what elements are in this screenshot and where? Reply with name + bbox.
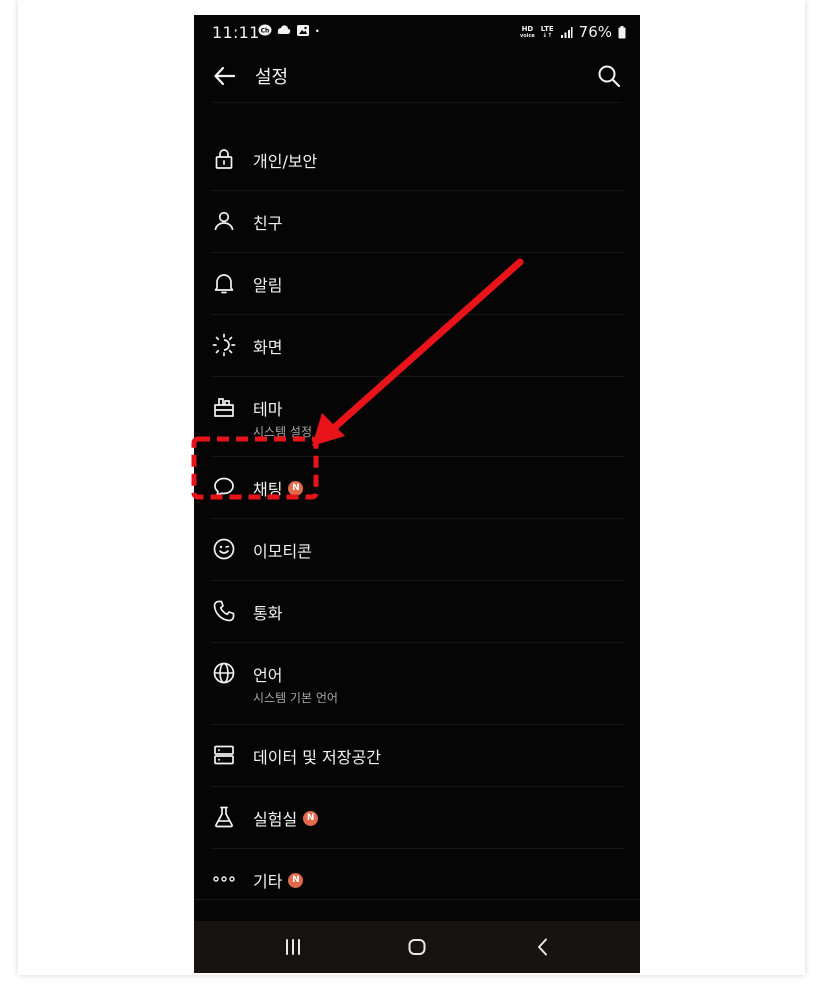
status-bar: 11:11 Ch HD voice LTE ↓↑ 76%	[194, 15, 640, 49]
menu-item-label: 데이터 및 저장공간	[253, 748, 381, 767]
menu-item-labs[interactable]: 실험실 N	[210, 787, 624, 849]
page-title: 설정	[255, 67, 289, 88]
back-arrow-icon[interactable]	[212, 63, 238, 89]
notification-icons: Ch	[258, 24, 323, 37]
voice-label: voice	[520, 32, 535, 39]
menu-item-sublabel: 시스템 설정 모드	[253, 425, 338, 439]
menu-item-label: 기타 N	[253, 868, 304, 892]
status-time: 11:11	[212, 23, 260, 42]
globe-icon	[213, 662, 235, 684]
system-nav-bar	[194, 921, 640, 973]
menu-item-label: 화면	[253, 338, 283, 357]
menu-item-theme[interactable]: 테마 시스템 설정 모드	[210, 377, 624, 457]
phone-icon	[213, 600, 235, 622]
svg-text:Ch: Ch	[261, 28, 270, 35]
back-nav-icon[interactable]	[531, 935, 555, 959]
header-divider	[212, 102, 622, 103]
menu-item-text: 기타	[253, 872, 283, 891]
menu-item-emoticons[interactable]: 이모티콘	[210, 519, 624, 581]
hd-voice-indicator: HD voice	[520, 24, 535, 39]
menu-item-language[interactable]: 언어 시스템 기본 언어	[210, 643, 624, 725]
status-right: HD voice LTE ↓↑ 76%	[520, 23, 626, 41]
new-badge: N	[288, 480, 304, 496]
settings-menu: 개인/보안 친구 알림 화면 테마 시스템 설정 모드 채팅 N 이모티콘 통화…	[194, 129, 640, 910]
menu-item-etc[interactable]: 기타 N	[210, 849, 624, 910]
more-dots-icon	[213, 876, 235, 882]
menu-item-text: 실험실	[253, 810, 298, 829]
menu-item-privacy-security[interactable]: 개인/보안	[210, 129, 624, 191]
menu-item-label: 통화	[253, 604, 283, 623]
signal-icon	[560, 26, 573, 38]
menu-item-notifications[interactable]: 알림	[210, 253, 624, 315]
theme-icon	[214, 398, 234, 417]
new-badge: N	[288, 872, 304, 888]
sun-icon	[212, 333, 236, 357]
dot-icon	[316, 29, 319, 33]
lock-icon	[215, 149, 233, 169]
phone-screen: 11:11 Ch HD voice LTE ↓↑ 76% 설정 개인/보안 친구…	[194, 15, 640, 973]
chat-icon	[214, 477, 234, 497]
menu-item-text: 채팅	[253, 480, 283, 499]
recent-apps-icon[interactable]	[281, 935, 305, 959]
app-header: 설정	[194, 49, 640, 121]
menu-item-label: 친구	[253, 214, 283, 233]
menu-item-label: 개인/보안	[253, 152, 318, 171]
search-icon[interactable]	[596, 63, 622, 89]
lte-indicator: LTE ↓↑	[540, 24, 554, 39]
battery-percent: 76%	[578, 23, 612, 41]
menu-item-label: 채팅 N	[253, 476, 304, 500]
menu-item-label: 이모티콘	[253, 542, 312, 561]
menu-item-sublabel: 시스템 기본 언어	[253, 691, 338, 705]
menu-item-chatting[interactable]: 채팅 N	[210, 457, 624, 519]
flask-icon	[215, 806, 233, 828]
storage-icon	[214, 745, 234, 765]
battery-icon	[618, 25, 626, 38]
hd-label: HD	[521, 24, 534, 33]
menu-item-display[interactable]: 화면	[210, 315, 624, 377]
menu-item-label: 언어	[253, 666, 283, 685]
bottom-divider	[194, 899, 640, 900]
image-icon	[297, 25, 309, 36]
menu-item-data-storage[interactable]: 데이터 및 저장공간	[210, 725, 624, 787]
person-icon	[214, 211, 234, 231]
menu-item-label: 테마	[253, 400, 283, 419]
menu-item-friends[interactable]: 친구	[210, 191, 624, 253]
menu-item-label: 실험실 N	[253, 806, 319, 830]
chat-bubble-ch-icon: Ch	[258, 24, 272, 36]
emoticon-icon	[213, 538, 235, 560]
menu-item-label: 알림	[253, 276, 283, 295]
bell-icon	[214, 274, 234, 294]
home-icon[interactable]	[405, 935, 429, 959]
cloud-icon	[277, 25, 291, 34]
new-badge: N	[303, 810, 319, 826]
menu-item-calls[interactable]: 통화	[210, 581, 624, 643]
